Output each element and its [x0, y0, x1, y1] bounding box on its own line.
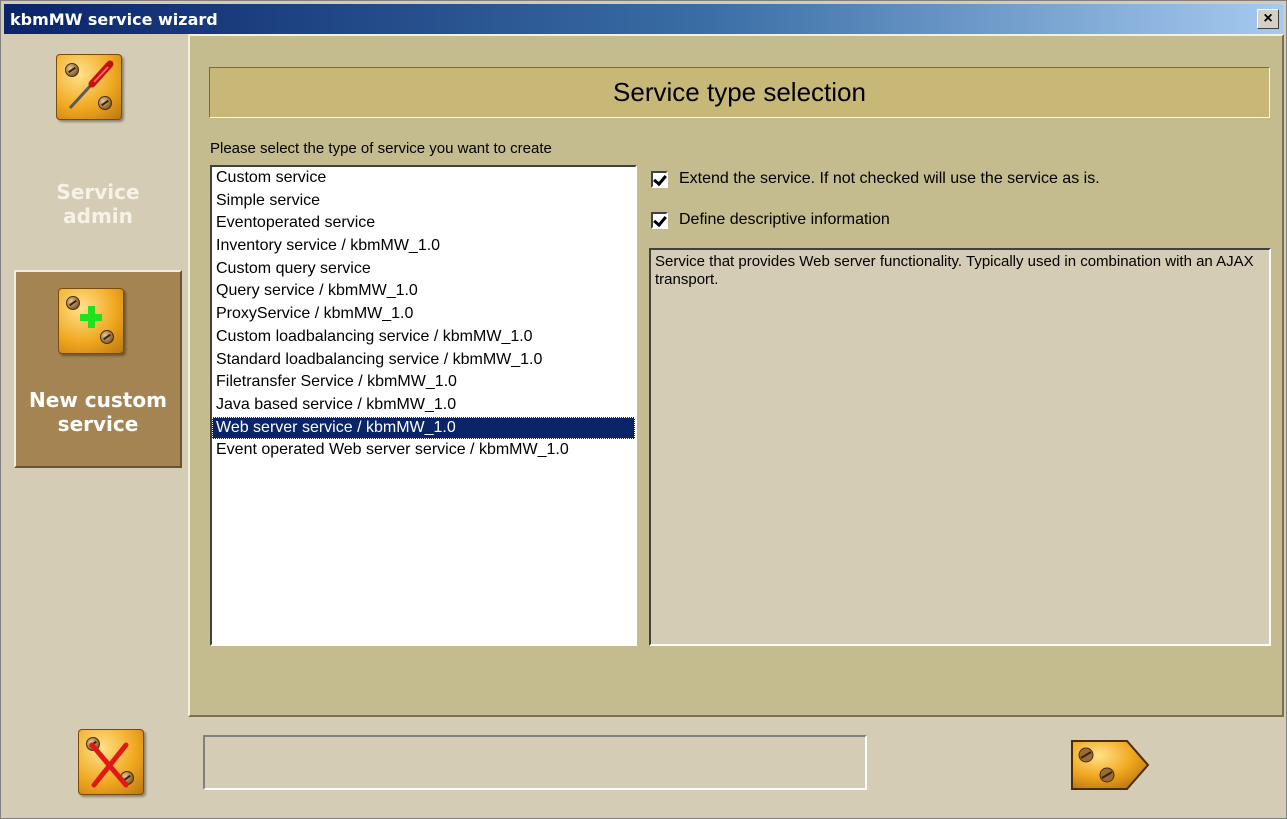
- service-admin-label: Service admin: [14, 180, 182, 228]
- list-item[interactable]: Eventoperated service: [212, 212, 635, 235]
- screwdriver-icon: [56, 54, 122, 120]
- list-item[interactable]: Event operated Web server service / kbmM…: [212, 439, 635, 462]
- list-item[interactable]: Web server service / kbmMW_1.0: [212, 416, 635, 440]
- new-custom-service-button[interactable]: New custom service: [14, 270, 182, 468]
- cancel-x-icon[interactable]: [78, 729, 144, 795]
- define-checkbox-box[interactable]: [651, 212, 668, 229]
- new-custom-service-label: New custom service: [16, 388, 180, 436]
- service-type-list[interactable]: Custom service Simple service Eventoperate…: [210, 165, 637, 646]
- service-admin-button[interactable]: Service admin: [14, 40, 182, 266]
- service-description: Service that provides Web server functio…: [649, 248, 1271, 646]
- new-plus-icon: [58, 288, 124, 354]
- list-item[interactable]: ProxyService / kbmMW_1.0: [212, 303, 635, 326]
- sidebar: Service admin New custom service: [4, 34, 188, 717]
- window-title: kbmMW service wizard: [10, 10, 218, 29]
- list-item[interactable]: Filetransfer Service / kbmMW_1.0: [212, 371, 635, 394]
- plus-glyph: [80, 306, 102, 328]
- screwdriver-glyph: [68, 60, 114, 110]
- list-item[interactable]: Query service / kbmMW_1.0: [212, 280, 635, 303]
- footer-bar: [4, 717, 1285, 817]
- new-custom-label-line1: New custom: [29, 388, 167, 412]
- list-item[interactable]: Java based service / kbmMW_1.0: [212, 394, 635, 417]
- extend-checkbox-box[interactable]: [651, 171, 668, 188]
- list-item[interactable]: Custom loadbalancing service / kbmMW_1.0: [212, 326, 635, 349]
- title-bar[interactable]: kbmMW service wizard ×: [4, 4, 1283, 34]
- page-title: Service type selection: [209, 67, 1270, 118]
- service-admin-label-line1: Service: [56, 180, 140, 204]
- extend-checkbox-label: Extend the service. If not checked will …: [679, 170, 1100, 187]
- list-item[interactable]: Custom service: [212, 167, 635, 190]
- next-tag-icon[interactable]: [1069, 738, 1151, 792]
- list-item[interactable]: Inventory service / kbmMW_1.0: [212, 235, 635, 258]
- wizard-window: kbmMW service wizard × Service admin New…: [0, 0, 1287, 819]
- new-custom-label-line2: service: [57, 412, 139, 436]
- status-box: [203, 735, 867, 790]
- define-checkbox-label: Define descriptive information: [679, 211, 890, 228]
- list-item[interactable]: Standard loadbalancing service / kbmMW_1…: [212, 349, 635, 372]
- list-item[interactable]: Simple service: [212, 190, 635, 213]
- x-glyph: [89, 742, 129, 788]
- main-panel: Service type selection Please select the…: [188, 34, 1284, 717]
- service-admin-label-line2: admin: [63, 204, 133, 228]
- instruction-label: Please select the type of service you wa…: [210, 140, 552, 157]
- list-item[interactable]: Custom query service: [212, 258, 635, 281]
- close-button[interactable]: ×: [1257, 9, 1279, 29]
